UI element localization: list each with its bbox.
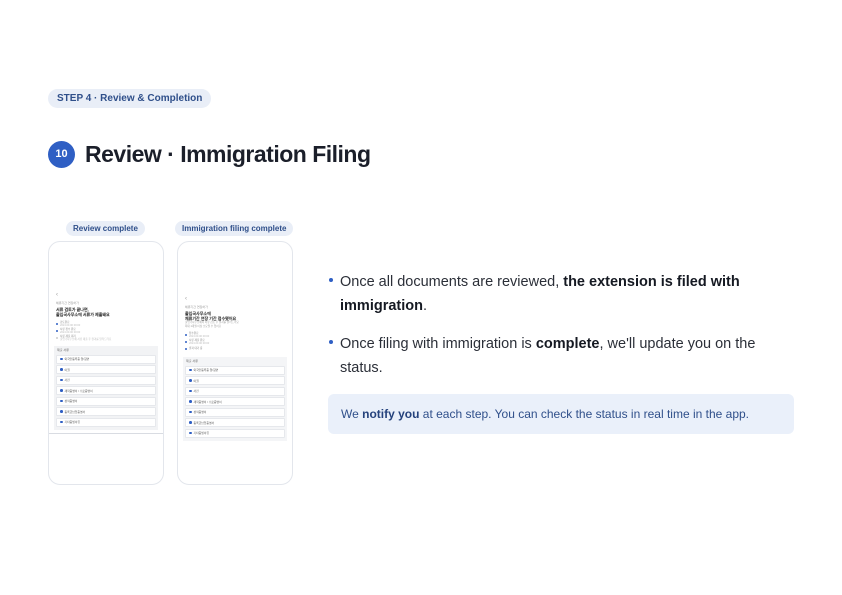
timeline-step-date: 2024.00.00 00:00: [189, 341, 210, 345]
bullet-text: .: [422, 298, 428, 314]
document-check-icon: [189, 431, 192, 435]
document-check-icon: [189, 410, 192, 414]
document-item[interactable]: 여권: [56, 365, 156, 374]
document-list: 제출 서류 외국인등록증 앞/뒷면 여권 사진 재학증명서 / 수료증명서 성적…: [183, 357, 287, 441]
document-item-label: 재학증명서 / 수료증명서: [64, 388, 93, 393]
document-check-icon: [60, 389, 63, 392]
document-check-icon: [189, 421, 192, 424]
document-item[interactable]: 기타증빙서류: [185, 428, 285, 438]
notice-emphasis: notify you: [362, 407, 420, 421]
timeline-step: 검토완료 2024.00.00 00:00: [56, 320, 156, 327]
step-number-badge: 10: [48, 141, 75, 168]
bullet-dot-icon: [329, 278, 333, 282]
timeline-step-date: 2024.00.00 00:00: [60, 330, 81, 334]
bullet-text: Once all documents are reviewed,: [340, 274, 564, 290]
notice-text: at each step. You can check the status i…: [419, 407, 749, 421]
document-item[interactable]: 등록금납입증명서: [56, 407, 156, 416]
step-pill: STEP 4 · Review & Completion: [48, 89, 212, 108]
document-check-icon: [60, 368, 63, 371]
back-icon: ‹: [185, 296, 187, 302]
bullet-text: Once filing with immigration is: [340, 336, 536, 352]
timeline-step: 결과 대기 중: [185, 345, 285, 352]
phone-screen: ‹ 체류기간 연장허가 서류 검토가 끝나면, 출입국사무소에 서류가 제출돼요…: [54, 292, 158, 430]
timeline-step-date: 2024.00.00 00:00: [60, 323, 81, 327]
timeline-dot-icon: [56, 329, 58, 332]
screen-caption: 체류기간 연장허가: [185, 305, 208, 309]
document-item-label: 외국인등록증 앞/뒷면: [64, 357, 90, 361]
info-bullets: Once all documents are reviewed, the ext…: [328, 270, 768, 394]
document-check-icon: [60, 378, 63, 382]
document-list: 제출 서류 외국인등록증 앞/뒷면 여권 사진 재학증명서 / 수료증명서 성적…: [54, 346, 158, 430]
document-item[interactable]: 재학증명서 / 수료증명서: [56, 386, 156, 395]
document-item[interactable]: 사진: [185, 386, 285, 396]
document-list-header: 제출 서류: [186, 359, 198, 363]
document-check-icon: [189, 389, 192, 393]
phone-screen: ‹ 체류기간 연장허가 출입국사무소에 체류기간 연장 기간 접수됐어요 출입국…: [183, 296, 287, 441]
document-check-icon: [60, 410, 63, 413]
screen-caption: 체류기간 연장허가: [56, 301, 79, 305]
timeline-step: 서류 접수 완료 2024.00.00 00:00: [56, 327, 156, 334]
screen-title-line: 출입국사무소에 서류가 제출돼요: [56, 312, 110, 317]
document-item[interactable]: 성적증명서: [185, 407, 285, 417]
document-item[interactable]: 기타증빙서류: [56, 417, 156, 427]
bullet-emphasis: complete: [535, 336, 600, 352]
document-item-label: 등록금납입증명서: [64, 409, 86, 414]
timeline-dot-icon: [185, 333, 187, 336]
document-item[interactable]: 등록금납입증명서: [185, 418, 285, 427]
bullet-dot-icon: [329, 340, 333, 344]
timeline-step-date: 출입국사무소에 서류 제출 후 결과를 알려드려요: [60, 337, 112, 341]
document-item-label: 외국인등록증 앞/뒷면: [193, 368, 219, 372]
document-item[interactable]: 외국인등록증 앞/뒷면: [185, 365, 285, 375]
timeline-step: 서류 제출 완료 2024.00.00 00:00: [185, 338, 285, 345]
document-check-icon: [60, 399, 63, 403]
bullet-item: Once all documents are reviewed, the ext…: [328, 270, 768, 318]
phone-label-review: Review complete: [66, 221, 145, 236]
timeline-dot-icon: [185, 340, 187, 343]
document-item-label: 성적증명서: [193, 410, 207, 414]
document-item-label: 기타증빙서류: [193, 431, 209, 435]
timeline-dot-icon: [185, 347, 187, 350]
document-item-label: 성적증명서: [64, 399, 78, 403]
back-icon: ‹: [56, 292, 58, 298]
status-timeline: 검토완료 2024.00.00 00:00 서류 접수 완료 2024.00.00 …: [56, 320, 156, 341]
phone-mockup-review: ‹ 체류기간 연장허가 서류 검토가 끝나면, 출입국사무소에 서류가 제출돼요…: [48, 241, 164, 485]
document-item[interactable]: 재학증명서 / 수료증명서: [185, 397, 285, 406]
document-check-icon: [60, 420, 63, 424]
page-title: Review · Immigration Filing: [85, 141, 371, 167]
timeline-step: 접수완료 2024.00.00 00:00: [185, 331, 285, 338]
timeline-step: 서류 제출 대기 출입국사무소에 서류 제출 후 결과를 알려드려요: [56, 334, 156, 341]
document-check-icon: [60, 357, 63, 361]
phone-mockup-filing: ‹ 체류기간 연장허가 출입국사무소에 체류기간 연장 기간 접수됐어요 출입국…: [177, 241, 293, 485]
document-item[interactable]: 성적증명서: [56, 396, 156, 406]
timeline-dot-icon: [56, 322, 58, 325]
document-item[interactable]: 사진: [56, 375, 156, 385]
timeline-step-label: 결과 대기 중: [189, 347, 203, 350]
screen-divider: [49, 433, 163, 434]
notice-text: We: [341, 407, 363, 421]
document-item-label: 등록금납입증명서: [193, 420, 215, 425]
phone-label-filing: Immigration filing complete: [175, 221, 294, 236]
document-check-icon: [189, 368, 192, 372]
document-item[interactable]: 여권: [185, 376, 285, 385]
document-check-icon: [189, 379, 192, 382]
document-item-label: 재학증명서 / 수료증명서: [193, 399, 222, 404]
document-item-label: 사진: [64, 378, 70, 382]
document-item-label: 사진: [193, 389, 199, 393]
timeline-step-date: 2024.00.00 00:00: [189, 334, 210, 338]
document-item[interactable]: 외국인등록증 앞/뒷면: [56, 354, 156, 364]
document-list-header: 제출 서류: [57, 348, 69, 352]
document-check-icon: [189, 400, 192, 403]
screen-subtitle: 최대 1개월 이상 소요될 수 있어요: [185, 324, 222, 328]
document-item-label: 여권: [64, 367, 70, 372]
notice-box: We notify you at each step. You can chec…: [328, 394, 794, 434]
document-item-label: 기타증빙서류: [64, 420, 80, 424]
status-timeline: 접수완료 2024.00.00 00:00 서류 제출 완료 2024.00.00 …: [185, 331, 285, 352]
bullet-item: Once filing with immigration is complete…: [328, 332, 768, 380]
timeline-dot-icon: [56, 336, 58, 339]
document-item-label: 여권: [193, 378, 199, 383]
